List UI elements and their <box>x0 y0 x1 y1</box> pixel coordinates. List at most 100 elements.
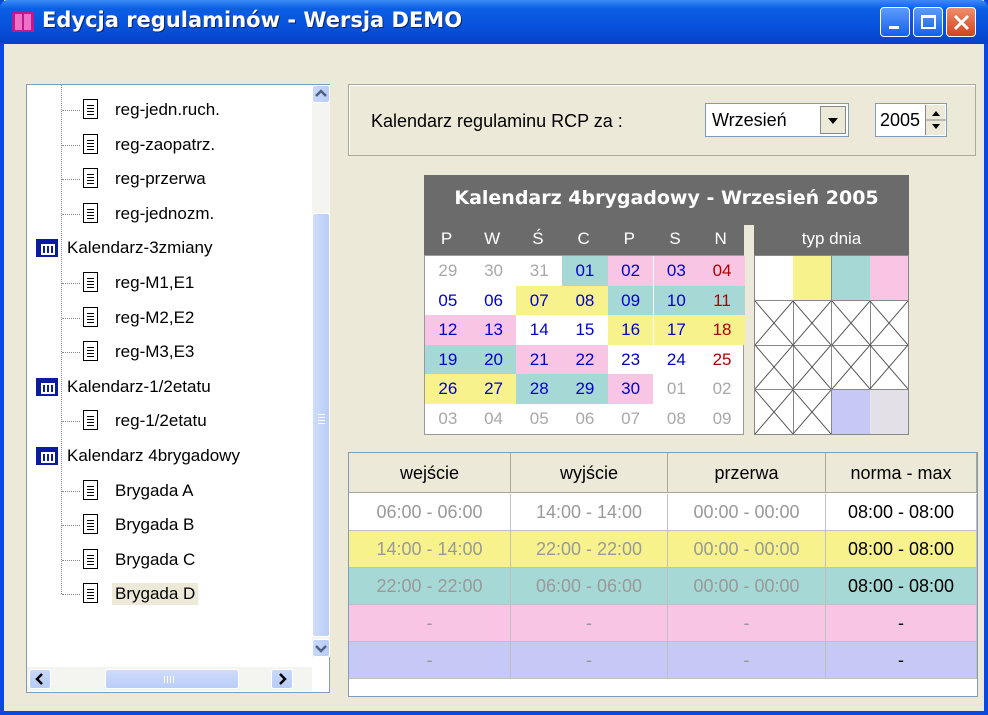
day-type-swatch[interactable] <box>755 256 794 301</box>
calendar-day[interactable]: 15 <box>562 315 608 345</box>
calendar-day[interactable]: 03 <box>425 404 471 434</box>
calendar-day[interactable]: 25 <box>699 345 745 375</box>
shifts-column-header[interactable]: norma - max <box>826 453 977 493</box>
year-spinner[interactable]: 2005 <box>875 103 947 137</box>
calendar-day[interactable]: 11 <box>699 285 745 316</box>
calendar-day[interactable]: 18 <box>699 315 745 345</box>
calendar-day[interactable]: 04 <box>471 404 517 434</box>
tree-item-regulation[interactable]: Brygada A <box>27 474 311 508</box>
shifts-cell[interactable]: 06:00 - 06:00 <box>349 494 511 531</box>
scroll-left-button[interactable] <box>29 669 51 689</box>
day-type-swatch[interactable] <box>793 256 833 301</box>
shifts-cell[interactable]: 14:00 - 14:00 <box>349 531 511 568</box>
title-bar[interactable]: Edycja regulaminów - Wersja DEMO <box>0 0 988 44</box>
calendar-day[interactable]: 03 <box>653 256 700 286</box>
tree-item-regulation[interactable]: reg-M2,E2 <box>27 301 311 335</box>
tree-item-calendar[interactable]: Kalendarz 4brygadowy <box>27 439 311 473</box>
day-type-empty[interactable] <box>831 300 871 346</box>
calendar-day[interactable]: 21 <box>516 344 563 375</box>
calendar-day[interactable]: 02 <box>607 256 654 286</box>
day-type-swatch[interactable] <box>831 256 871 301</box>
scroll-thumb-vertical[interactable] <box>312 213 330 637</box>
tree-item-regulation[interactable]: reg-M3,E3 <box>27 335 311 369</box>
scroll-up-button[interactable] <box>312 85 330 103</box>
tree-horizontal-scrollbar[interactable] <box>27 667 312 691</box>
day-type-empty[interactable] <box>755 300 794 346</box>
calendar-day[interactable]: 24 <box>654 345 700 375</box>
calendar-day[interactable]: 22 <box>562 344 608 375</box>
month-select[interactable]: Wrzesień <box>705 103 849 137</box>
calendar-day[interactable]: 02 <box>699 374 745 404</box>
calendar-day[interactable]: 20 <box>470 344 517 375</box>
shifts-cell[interactable]: 14:00 - 14:00 <box>511 494 668 531</box>
calendar-day[interactable]: 16 <box>607 315 654 345</box>
calendar-day[interactable]: 29 <box>425 256 471 286</box>
shifts-cell[interactable]: 22:00 - 22:00 <box>349 568 511 605</box>
tree-item-regulation[interactable]: Brygada B <box>27 508 311 542</box>
calendar-day[interactable]: 14 <box>516 315 562 345</box>
calendar-day[interactable]: 09 <box>607 285 654 316</box>
tree-item-regulation[interactable]: reg-1/2etatu <box>27 404 311 438</box>
day-type-swatch[interactable] <box>870 256 909 301</box>
shifts-cell[interactable]: 00:00 - 00:00 <box>668 568 826 605</box>
shifts-cell[interactable]: 22:00 - 22:00 <box>511 531 668 568</box>
calendar-day[interactable]: 31 <box>516 256 562 286</box>
shifts-cell[interactable]: 08:00 - 08:00 <box>826 568 977 605</box>
maximize-button[interactable] <box>913 7 943 37</box>
calendar-day[interactable]: 07 <box>608 404 654 434</box>
calendar-day[interactable]: 09 <box>699 404 745 434</box>
tree-item-regulation[interactable]: reg-przerwa <box>27 162 311 196</box>
day-type-empty[interactable] <box>755 389 794 435</box>
calendar-day[interactable]: 04 <box>699 256 745 286</box>
shifts-cell[interactable]: - <box>511 605 668 642</box>
shifts-column-header[interactable]: wyjście <box>511 453 668 493</box>
tree-item-regulation[interactable]: reg-jednozm. <box>27 197 311 231</box>
shifts-cell[interactable]: 00:00 - 00:00 <box>668 531 826 568</box>
calendar-day[interactable]: 05 <box>516 404 562 434</box>
shifts-cell[interactable]: - <box>826 642 977 679</box>
calendar-day[interactable]: 30 <box>471 256 517 286</box>
calendar-day[interactable]: 28 <box>516 374 563 404</box>
shifts-cell[interactable]: - <box>349 605 511 642</box>
tree-item-regulation[interactable]: Brygada C <box>27 543 311 577</box>
shifts-cell[interactable]: - <box>349 642 511 679</box>
shifts-cell[interactable]: 08:00 - 08:00 <box>826 494 977 531</box>
tree-item-calendar[interactable]: Kalendarz-3zmiany <box>27 231 311 265</box>
calendar-day[interactable]: 10 <box>653 285 700 316</box>
day-type-empty[interactable] <box>755 345 794 391</box>
tree-item-calendar[interactable]: Kalendarz-1/2etatu <box>27 370 311 404</box>
scroll-right-button[interactable] <box>271 669 293 689</box>
close-button[interactable] <box>946 7 976 37</box>
shifts-cell[interactable]: 08:00 - 08:00 <box>826 531 977 568</box>
calendar-day[interactable]: 06 <box>471 286 517 316</box>
shifts-column-header[interactable]: wejście <box>349 453 511 493</box>
calendar-day[interactable]: 29 <box>562 374 608 404</box>
shifts-cell[interactable]: 06:00 - 06:00 <box>511 568 668 605</box>
tree-item-regulation[interactable]: reg-jedn.ruch. <box>27 93 311 127</box>
calendar-day[interactable]: 06 <box>562 404 608 434</box>
tree-vertical-scrollbar[interactable] <box>312 85 330 657</box>
calendar-day[interactable]: 30 <box>607 374 654 404</box>
day-type-empty[interactable] <box>793 300 833 346</box>
day-type-empty[interactable] <box>831 345 871 391</box>
calendar-day[interactable]: 12 <box>425 315 471 345</box>
calendar-day[interactable]: 13 <box>470 315 517 345</box>
tree-item-regulation[interactable]: reg-M1,E1 <box>27 266 311 300</box>
shifts-cell[interactable]: - <box>668 605 826 642</box>
scroll-down-button[interactable] <box>312 639 330 657</box>
calendar-day[interactable]: 01 <box>654 374 700 404</box>
shifts-cell[interactable]: - <box>826 605 977 642</box>
day-type-swatch[interactable] <box>870 389 909 435</box>
day-type-swatch[interactable] <box>831 389 871 435</box>
year-spin-buttons[interactable] <box>925 105 946 135</box>
shifts-cell[interactable]: - <box>511 642 668 679</box>
calendar-day[interactable]: 19 <box>425 344 471 375</box>
scroll-thumb-horizontal[interactable] <box>105 669 239 689</box>
shifts-column-header[interactable]: przerwa <box>668 453 826 493</box>
shifts-cell[interactable]: 00:00 - 00:00 <box>668 494 826 531</box>
calendar-day[interactable]: 17 <box>653 315 700 345</box>
calendar-day[interactable]: 05 <box>425 286 471 316</box>
day-type-empty[interactable] <box>870 300 909 346</box>
regulations-tree[interactable]: reg-jedn.ruch. reg-zaopatrz. reg-przerwa re… <box>26 84 330 693</box>
calendar-day[interactable]: 07 <box>516 285 563 316</box>
